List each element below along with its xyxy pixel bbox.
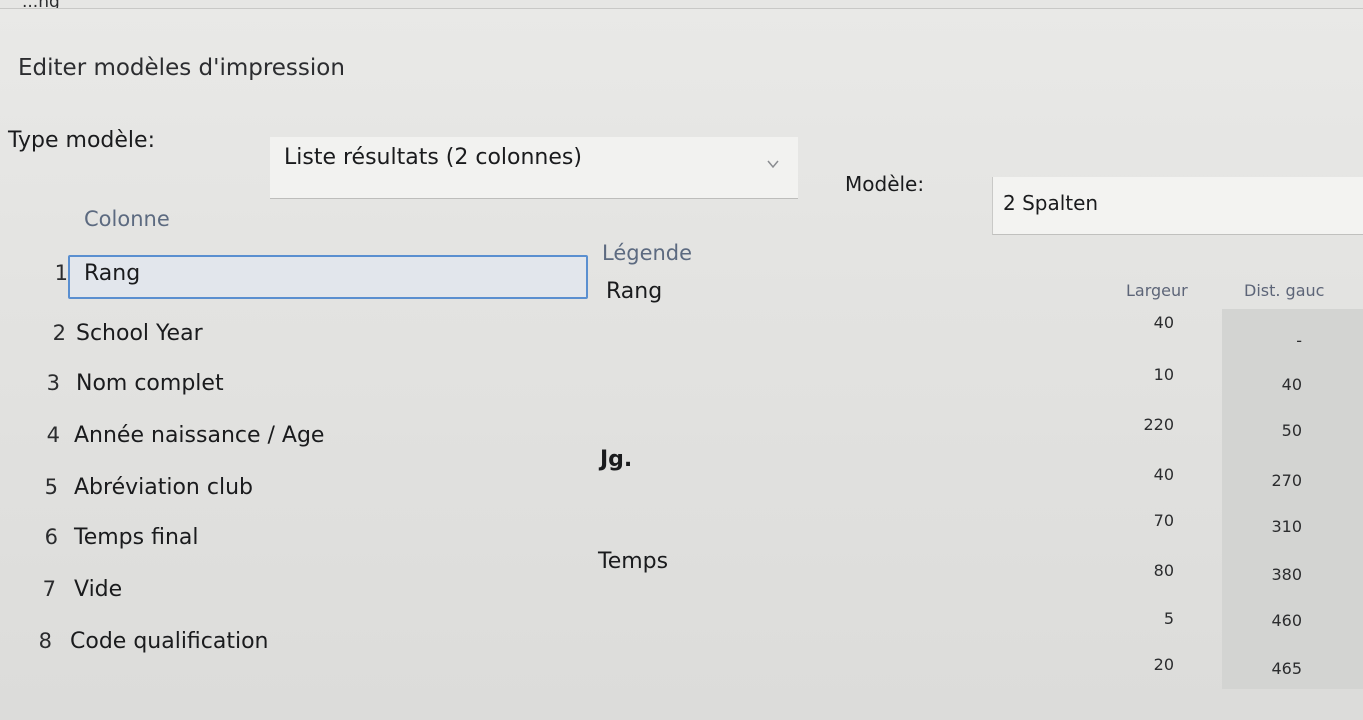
row-number: 4: [46, 423, 60, 447]
template-model-field[interactable]: 2 Spalten: [992, 177, 1363, 235]
column-width[interactable]: 70: [1114, 511, 1174, 530]
column-legend[interactable]: Temps: [598, 549, 668, 574]
column-width[interactable]: 80: [1114, 561, 1174, 580]
header-legende[interactable]: Légende: [602, 241, 692, 265]
column-left-distance[interactable]: 460: [1242, 611, 1302, 630]
chevron-down-icon: [767, 160, 779, 169]
column-width[interactable]: 20: [1114, 655, 1174, 674]
column-width[interactable]: 5: [1114, 609, 1174, 628]
column-left-distance[interactable]: 40: [1242, 375, 1302, 394]
column-left-distance[interactable]: 310: [1242, 517, 1302, 536]
column-left-distance[interactable]: 50: [1242, 421, 1302, 440]
selected-column-cell[interactable]: [68, 255, 588, 299]
dialog-title: Editer modèles d'impression: [18, 55, 345, 81]
template-model-label: Modèle:: [845, 172, 925, 196]
template-model-value: 2 Spalten: [1003, 191, 1099, 215]
column-name[interactable]: Abréviation club: [74, 475, 253, 500]
column-width[interactable]: 10: [1114, 365, 1174, 384]
column-name[interactable]: Temps final: [74, 525, 198, 550]
column-left-distance[interactable]: 380: [1242, 565, 1302, 584]
header-colonne[interactable]: Colonne: [84, 207, 170, 231]
print-template-dialog: Editer modèles d'impression Type modèle:…: [0, 8, 1363, 720]
template-type-label: Type modèle:: [8, 128, 155, 153]
row-number: 5: [44, 475, 58, 499]
column-name[interactable]: Code qualification: [70, 629, 269, 654]
column-legend[interactable]: Jg.: [600, 447, 632, 472]
column-width[interactable]: 40: [1114, 465, 1174, 484]
row-number: 2: [52, 321, 66, 345]
column-left-distance[interactable]: -: [1242, 331, 1302, 350]
column-left-distance[interactable]: 465: [1242, 659, 1302, 678]
column-name[interactable]: Vide: [74, 577, 122, 602]
template-type-value: Liste résultats (2 colonnes): [284, 145, 582, 170]
column-width[interactable]: 40: [1114, 313, 1174, 332]
row-number: 3: [46, 371, 60, 395]
header-dist-gauche[interactable]: Dist. gauc: [1244, 281, 1324, 300]
column-name[interactable]: Rang: [84, 261, 140, 286]
column-width[interactable]: 220: [1114, 415, 1174, 434]
row-number: 7: [42, 577, 56, 601]
column-legend[interactable]: Rang: [606, 279, 662, 304]
template-type-select[interactable]: Liste résultats (2 colonnes): [270, 137, 798, 199]
column-name[interactable]: Année naissance / Age: [74, 423, 324, 448]
row-number: 6: [44, 525, 58, 549]
row-number: 1: [54, 261, 68, 285]
column-name[interactable]: Nom complet: [76, 371, 224, 396]
row-number: 8: [38, 629, 52, 653]
column-name[interactable]: School Year: [76, 321, 203, 346]
header-largeur[interactable]: Largeur: [1126, 281, 1188, 300]
column-left-distance[interactable]: 270: [1242, 471, 1302, 490]
dist-column-band: [1222, 309, 1363, 689]
